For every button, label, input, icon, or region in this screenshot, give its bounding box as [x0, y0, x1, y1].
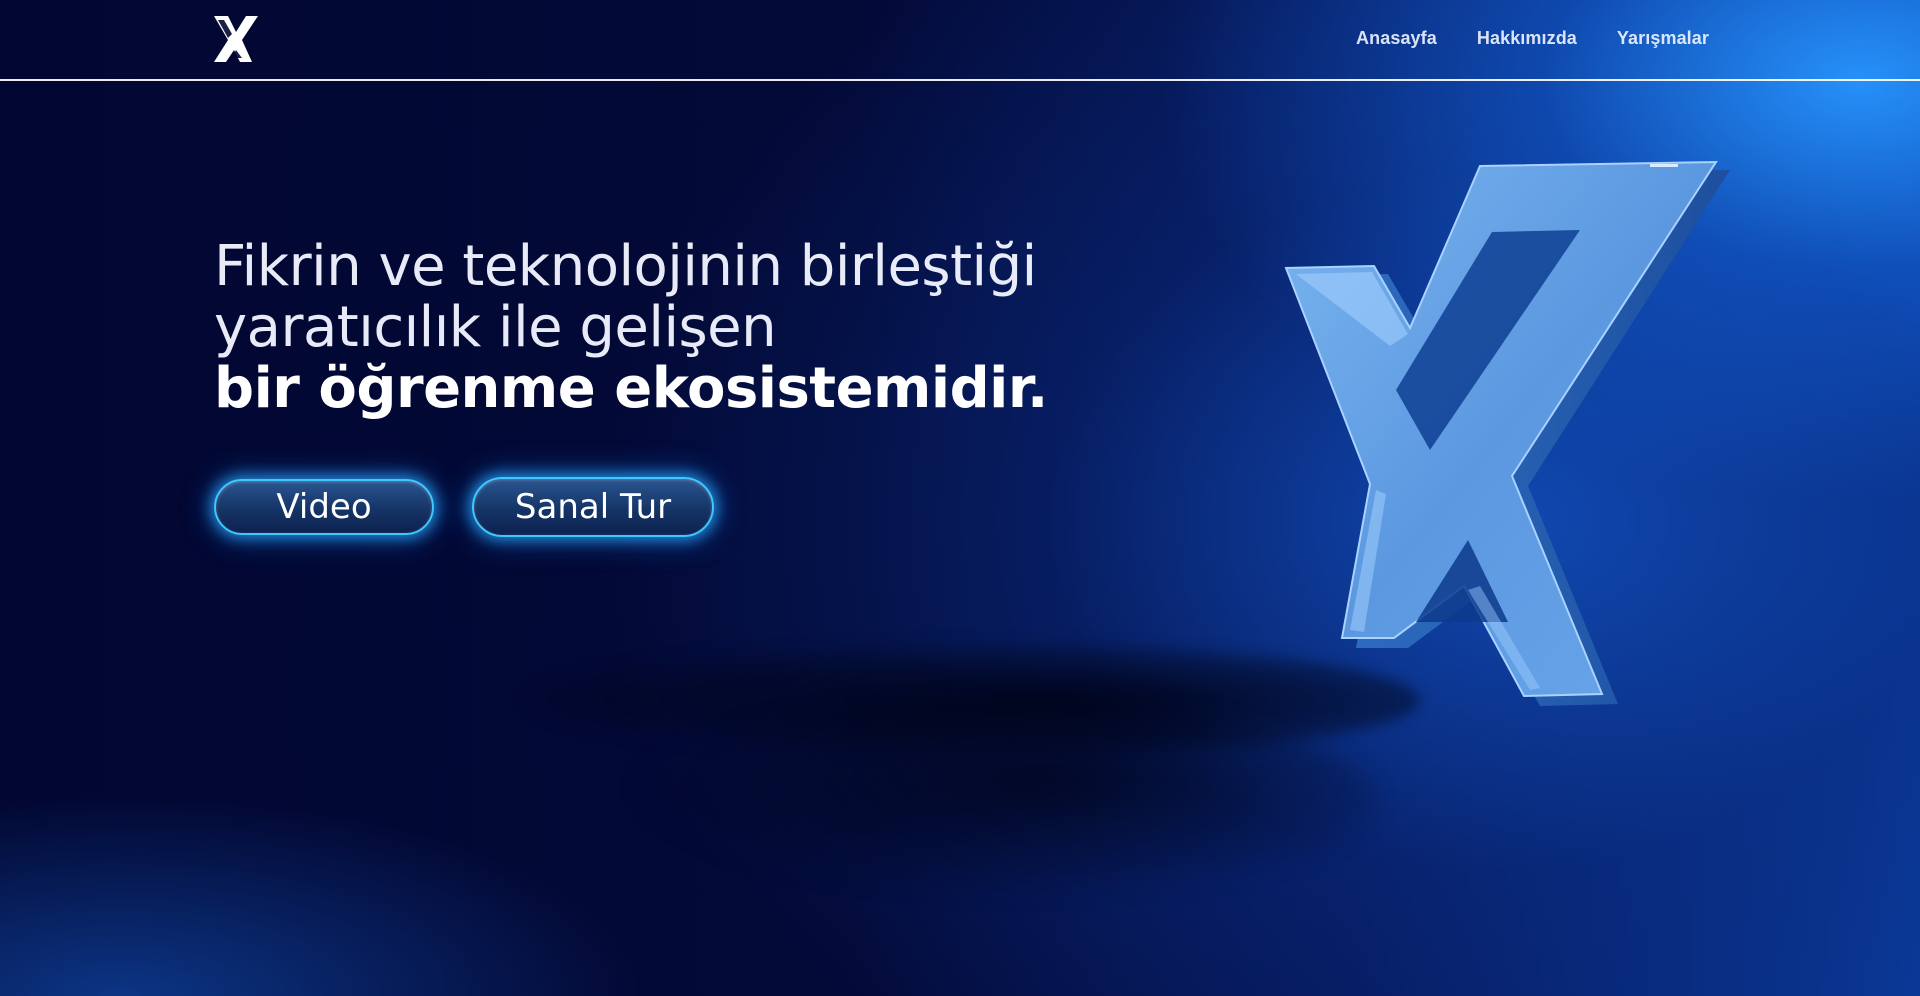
top-navbar: Anasayfa Hakkımızda Yarışmalar [0, 0, 1920, 81]
main-nav: Anasayfa Hakkımızda Yarışmalar [1356, 28, 1709, 49]
nav-item-yarismalar[interactable]: Yarışmalar [1617, 28, 1709, 49]
x-logo-icon[interactable] [212, 14, 260, 64]
hero-page: Anasayfa Hakkımızda Yarışmalar Fikrin ve… [0, 0, 1920, 996]
hero-line-3: bir öğrenme ekosistemidir. [214, 356, 1048, 421]
video-button[interactable]: Video [214, 479, 434, 535]
hero-actions: Video Sanal Tur [214, 477, 714, 537]
floor-shadow-secondary [620, 700, 1380, 900]
hero-line-1: Fikrin ve teknolojinin birleştiği [214, 234, 1037, 299]
x-logo-3d-icon [1284, 160, 1730, 706]
hero-heading: Fikrin ve teknolojinin birleştiği yaratı… [214, 236, 1048, 419]
virtual-tour-button[interactable]: Sanal Tur [472, 477, 714, 537]
nav-item-anasayfa[interactable]: Anasayfa [1356, 28, 1437, 49]
hero-line-2: yaratıcılık ile gelişen [214, 295, 777, 360]
nav-item-hakkimizda[interactable]: Hakkımızda [1477, 28, 1577, 49]
